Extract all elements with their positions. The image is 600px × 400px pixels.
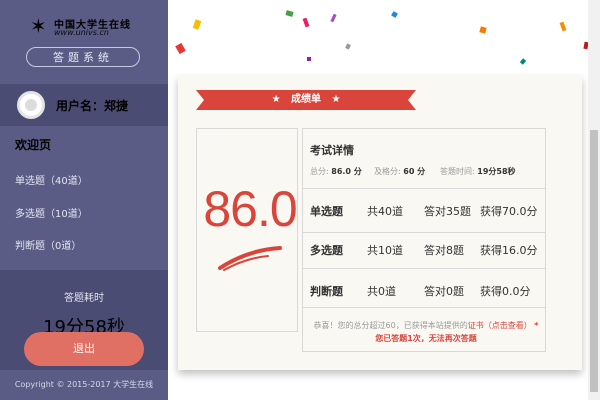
total-score: 86.0: [203, 181, 297, 237]
brand-url: www.univs.cn: [54, 28, 109, 37]
meta-total: 总分: 86.0 分: [310, 167, 362, 176]
confetti-piece: [391, 11, 398, 18]
ribbon-title: ★ 成绩单 ★: [196, 90, 416, 110]
row-type: 多选题: [310, 244, 343, 257]
row-count: 共10道: [367, 244, 403, 257]
timer-label: 答题耗时: [64, 293, 104, 304]
score-underline-swoosh: [218, 246, 282, 271]
row-correct: 答对0题: [424, 285, 464, 298]
row-earned: 获得16.0分: [480, 244, 538, 257]
certificate-link[interactable]: 证书（点击查看）: [468, 321, 532, 330]
username-label: 用户名：郑捷: [56, 99, 129, 113]
note-text: 恭喜！您的总分超过60，已获得本站提供的: [313, 321, 468, 330]
star-icon: ★: [271, 94, 281, 105]
meta-pass: 及格分: 60 分: [374, 167, 426, 176]
row-correct: 答对35题: [424, 205, 471, 218]
sidebar-item-multiple-choice[interactable]: 多选题（10道）: [15, 205, 88, 220]
confetti-piece: [519, 58, 527, 65]
row-earned: 获得70.0分: [480, 205, 538, 218]
copyright: Copyright © 2015-2017 大学生在线: [14, 380, 154, 389]
meta-time: 答题时间: 19分58秒: [440, 167, 516, 176]
confetti-piece: [192, 19, 202, 30]
brand-logo[interactable]: ✶ 中国大学生在线 www.univs.cn: [30, 14, 140, 40]
sidebar-item-welcome[interactable]: 欢迎页: [15, 136, 51, 153]
row-divider: [302, 268, 546, 269]
result-ribbon: ★ 成绩单 ★: [196, 90, 584, 110]
answer-system-button[interactable]: 答题系统: [26, 47, 140, 67]
confetti-piece: [307, 57, 311, 61]
confetti-piece: [479, 26, 487, 34]
avatar: [17, 91, 45, 119]
star-icon: ★: [331, 94, 341, 105]
row-count: 共40道: [367, 205, 403, 218]
sidebar-item-single-choice[interactable]: 单选题（40道）: [15, 172, 88, 187]
row-correct: 答对8题: [424, 244, 464, 257]
row-divider: [302, 188, 546, 189]
row-divider: [302, 232, 546, 233]
row-earned: 获得0.0分: [480, 285, 531, 298]
result-title: 成绩单: [291, 94, 321, 105]
running-person-icon: ✶: [30, 14, 47, 38]
confetti-piece: [559, 21, 567, 32]
logout-button[interactable]: 退出: [24, 332, 144, 366]
row-type: 单选题: [310, 205, 343, 218]
row-type: 判断题: [310, 285, 343, 298]
row-divider: [302, 307, 546, 308]
confetti-piece: [175, 42, 186, 55]
result-note: 恭喜！您的总分超过60，已获得本站提供的证书（点击查看） *您已答题1次，无法再…: [310, 319, 542, 345]
sidebar-item-true-false[interactable]: 判断题（0道）: [15, 237, 81, 252]
confetti-piece: [285, 10, 294, 17]
confetti-piece: [345, 43, 351, 50]
scrollbar-thumb[interactable]: [590, 130, 598, 392]
confetti-piece: [330, 13, 337, 23]
row-count: 共0道: [367, 285, 396, 298]
confetti-piece: [302, 17, 310, 28]
detail-title: 考试详情: [310, 144, 354, 157]
